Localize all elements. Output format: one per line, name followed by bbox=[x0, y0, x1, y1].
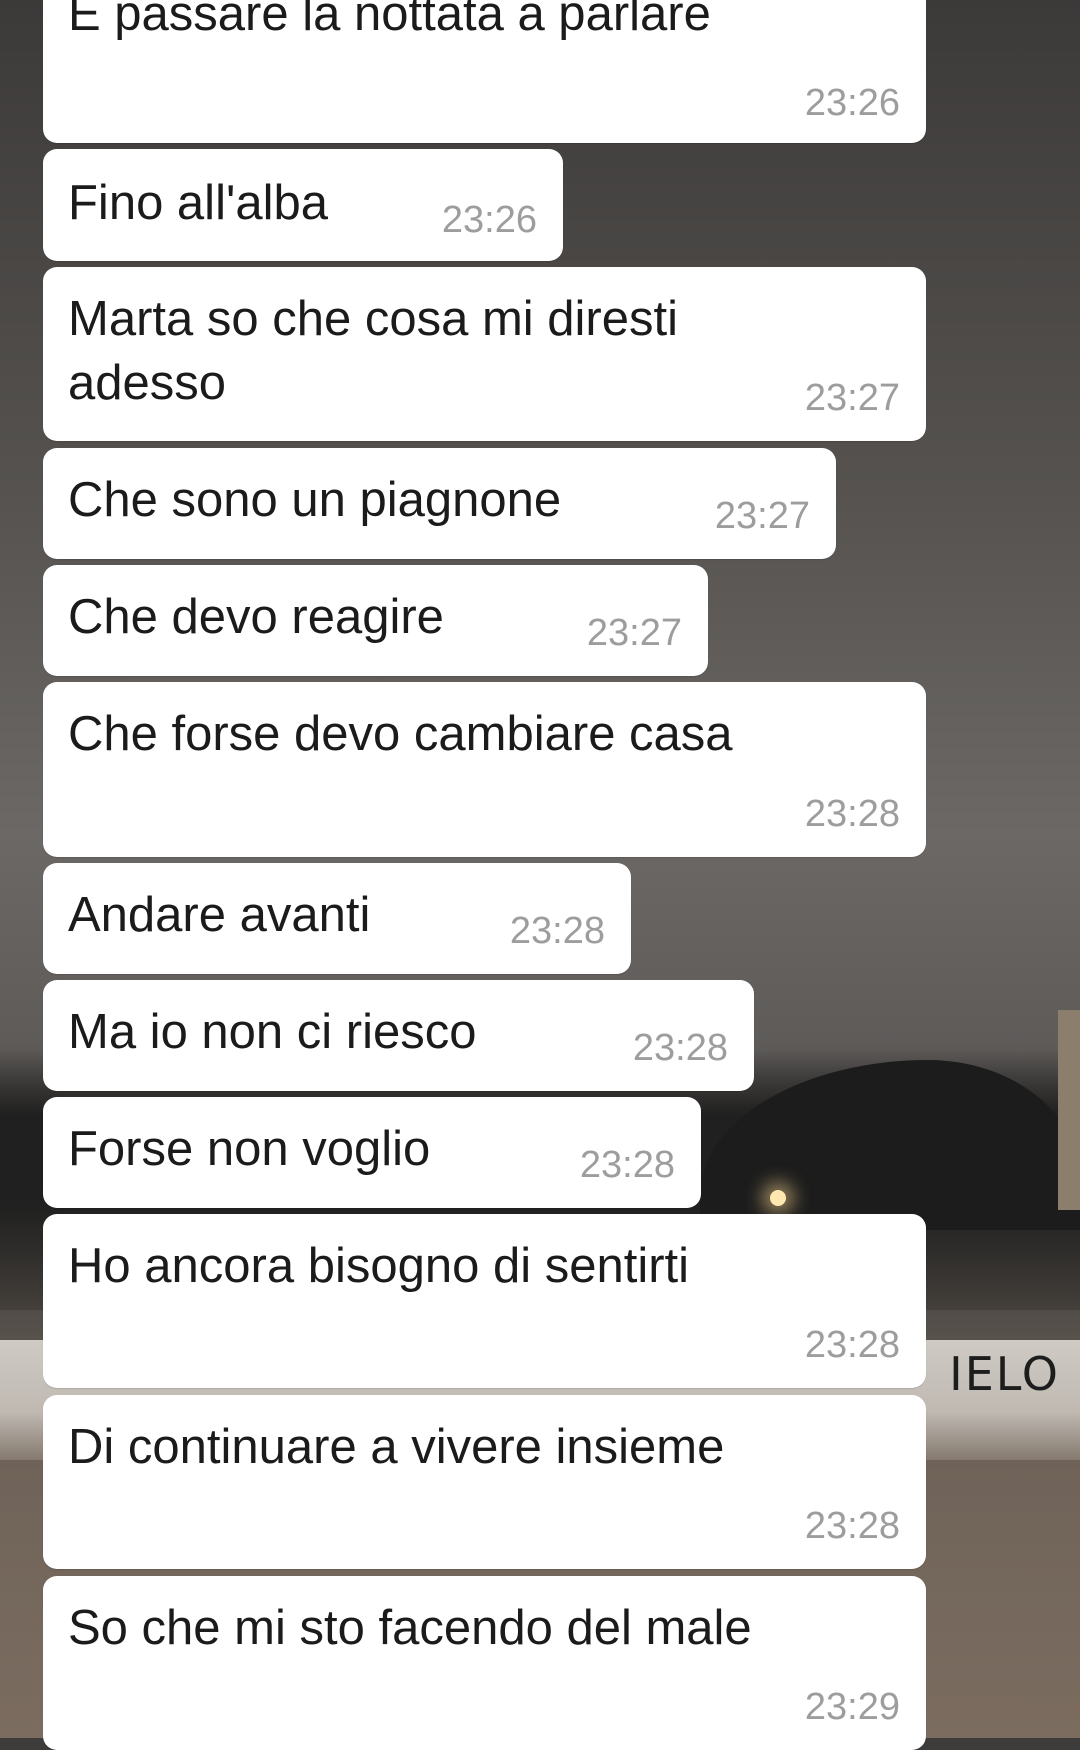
message-time: 23:28 bbox=[804, 1324, 900, 1366]
message-bubble[interactable]: Che forse devo cambiare casa 23:28 bbox=[43, 682, 926, 857]
message-time: 23:28 bbox=[632, 1027, 728, 1069]
message-bubble[interactable]: Che devo reagire 23:27 bbox=[43, 565, 708, 676]
message-text: Ho ancora bisogno di sentirti bbox=[68, 1239, 690, 1293]
message-time: 23:29 bbox=[804, 1686, 900, 1728]
message-text: Di continuare a vivere insieme bbox=[68, 1420, 725, 1474]
message-list[interactable]: E passare la nottata a parlare 23:26 Fin… bbox=[0, 0, 1080, 1750]
message-text: Forse non voglio bbox=[68, 1122, 431, 1176]
message-bubble[interactable]: E passare la nottata a parlare 23:26 bbox=[43, 0, 926, 143]
message-time: 23:26 bbox=[441, 199, 537, 241]
message-bubble[interactable]: Marta so che cosa mi diresti adesso 23:2… bbox=[43, 267, 926, 441]
message-text: Ma io non ci riesco bbox=[68, 1005, 477, 1059]
message-time: 23:26 bbox=[804, 82, 900, 124]
message-text: Marta so che cosa mi diresti adesso bbox=[68, 292, 678, 410]
message-text: E passare la nottata a parlare bbox=[68, 0, 711, 41]
message-text: Andare avanti bbox=[68, 888, 371, 942]
message-text: Che forse devo cambiare casa bbox=[68, 707, 733, 761]
message-time: 23:28 bbox=[804, 793, 900, 835]
message-text: Che sono un piagnone bbox=[68, 473, 562, 527]
message-bubble[interactable]: So che mi sto facendo del male 23:29 bbox=[43, 1576, 926, 1750]
message-time: 23:27 bbox=[804, 377, 900, 419]
message-bubble[interactable]: Ho ancora bisogno di sentirti 23:28 bbox=[43, 1214, 926, 1388]
message-text: So che mi sto facendo del male bbox=[68, 1601, 752, 1655]
message-time: 23:28 bbox=[509, 910, 605, 952]
message-bubble[interactable]: Fino all'alba 23:26 bbox=[43, 149, 563, 261]
message-time: 23:27 bbox=[586, 612, 682, 654]
message-bubble[interactable]: Ma io non ci riesco 23:28 bbox=[43, 980, 754, 1091]
message-bubble[interactable]: Di continuare a vivere insieme 23:28 bbox=[43, 1395, 926, 1569]
message-bubble[interactable]: Forse non voglio 23:28 bbox=[43, 1097, 701, 1208]
message-time: 23:28 bbox=[579, 1144, 675, 1186]
message-time: 23:27 bbox=[714, 495, 810, 537]
message-bubble[interactable]: Andare avanti 23:28 bbox=[43, 863, 631, 974]
message-text: Che devo reagire bbox=[68, 590, 444, 644]
message-time: 23:28 bbox=[804, 1505, 900, 1547]
message-bubble[interactable]: Che sono un piagnone 23:27 bbox=[43, 448, 836, 559]
message-text: Fino all'alba bbox=[68, 176, 328, 230]
